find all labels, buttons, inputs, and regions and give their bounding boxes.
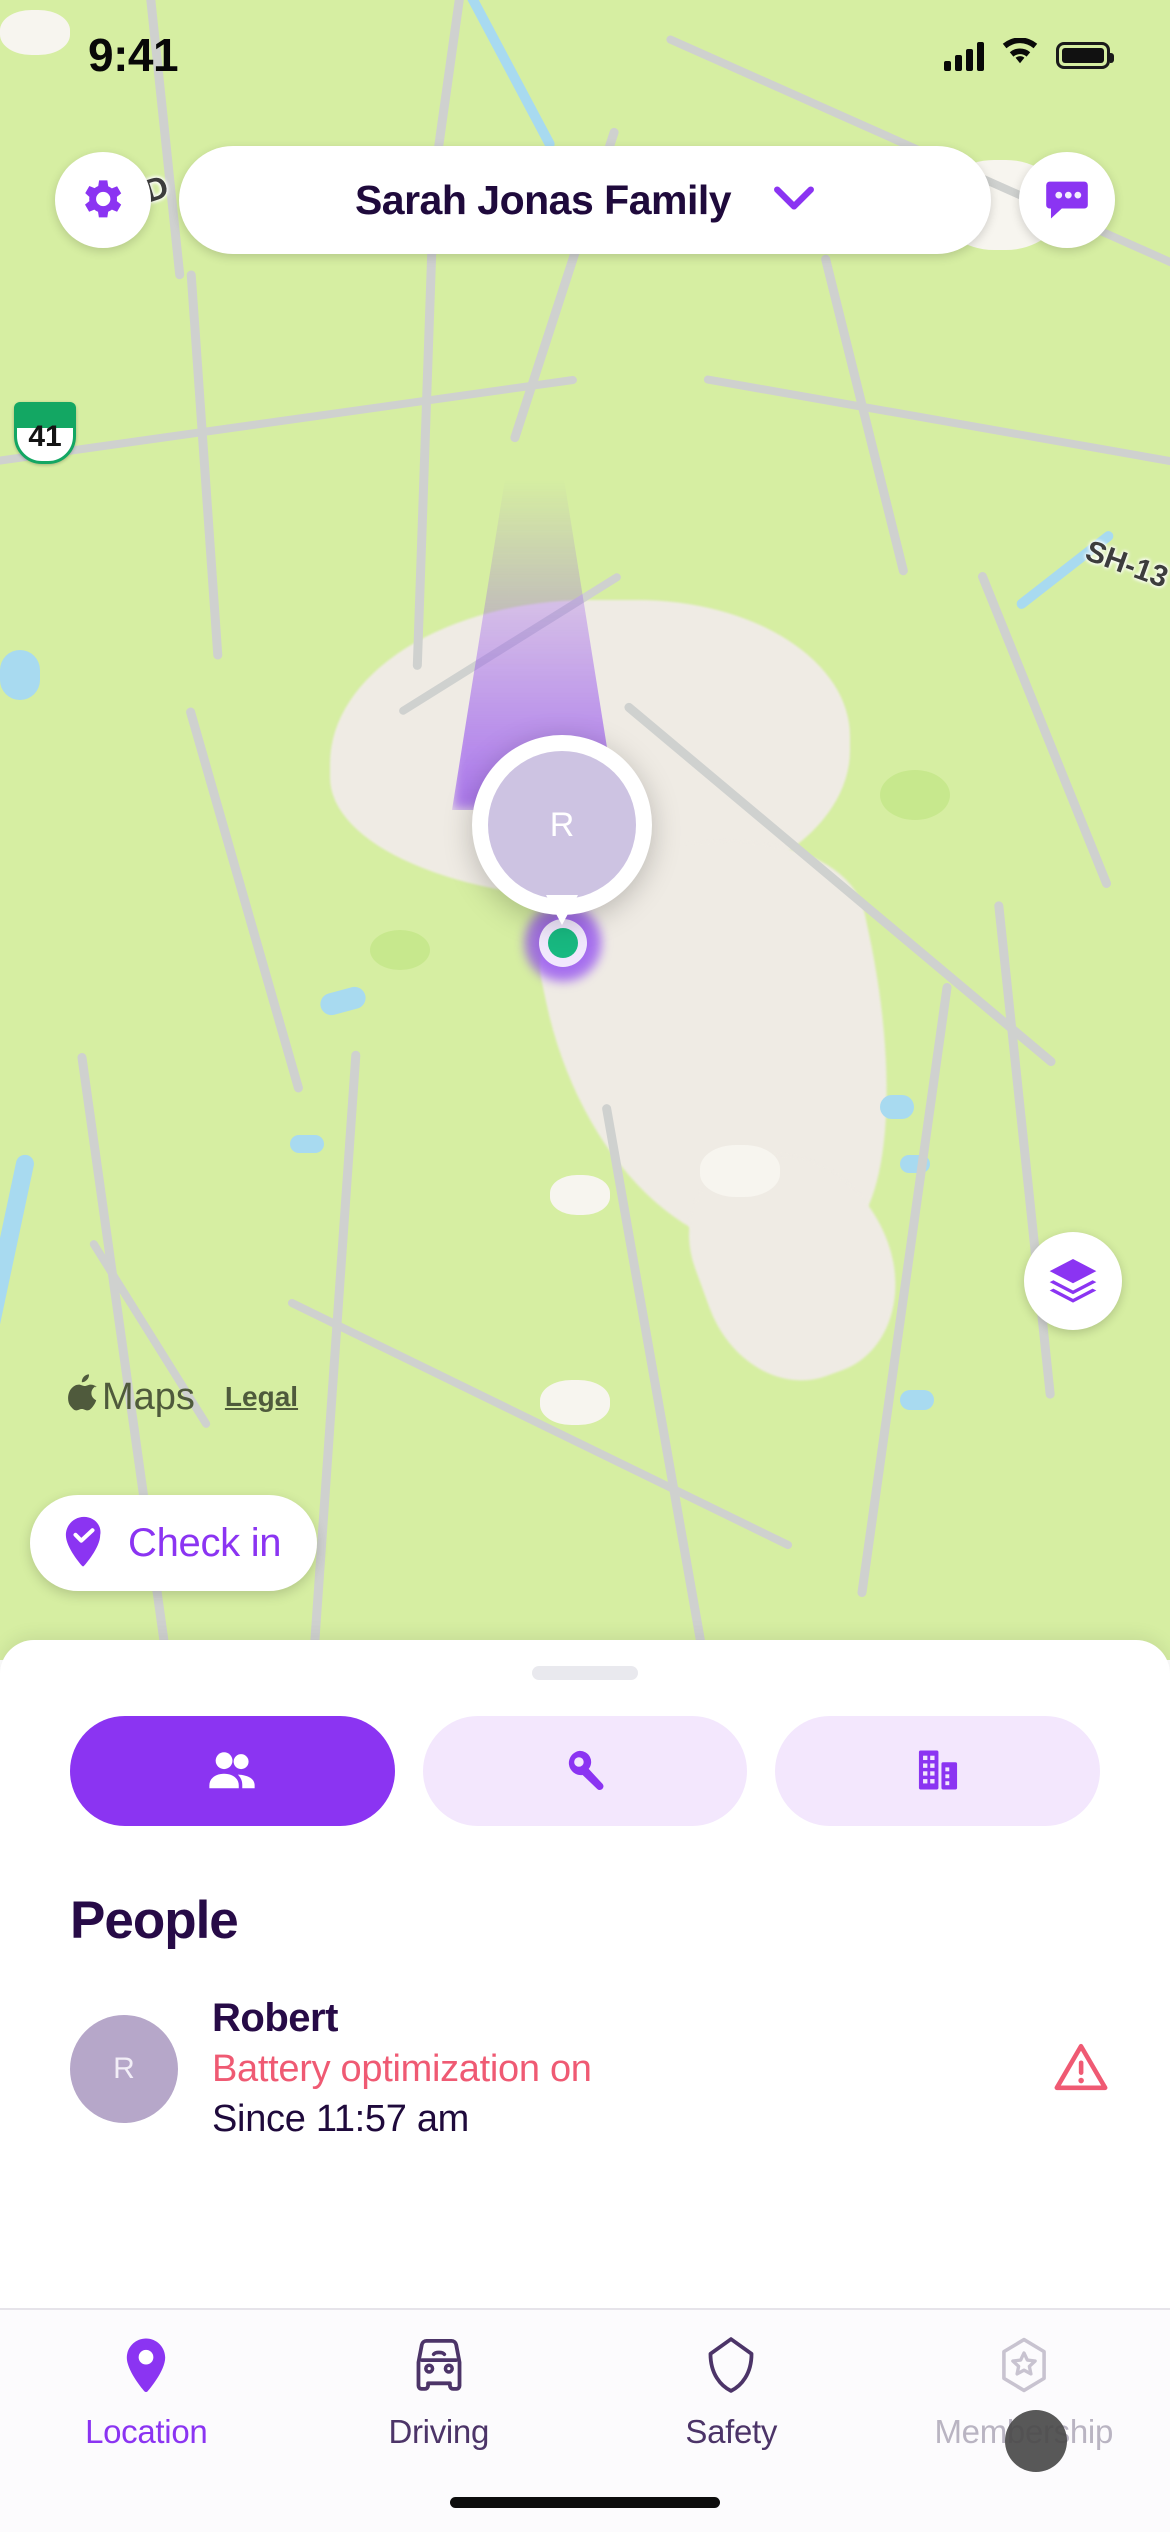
chevron-down-icon: [773, 185, 815, 216]
map-road: [286, 1297, 794, 1551]
person-name: Robert: [212, 1996, 338, 2040]
map-road: [0, 375, 578, 473]
star-badge-icon: [997, 2336, 1051, 2397]
map-greenspace: [880, 770, 950, 820]
nav-item-safety[interactable]: Safety: [585, 2310, 878, 2451]
warning-triangle-icon[interactable]: [1052, 2040, 1110, 2099]
sheet-drag-handle[interactable]: [532, 1666, 638, 1680]
map-patch: [0, 10, 70, 55]
map-water: [290, 1135, 324, 1153]
family-selector[interactable]: Sarah Jonas Family: [179, 146, 991, 254]
map-greenspace: [370, 930, 430, 970]
nav-label-location: Location: [85, 2413, 208, 2450]
pin-check-icon: [60, 1515, 108, 1572]
map-road: [976, 570, 1113, 890]
check-in-label: Check in: [128, 1520, 282, 1565]
map-water: [880, 1095, 914, 1119]
apple-logo-icon: [66, 1372, 100, 1422]
mouse-cursor: [1005, 2410, 1067, 2472]
bottom-sheet[interactable]: People R Robert Battery optimization on …: [0, 1640, 1170, 2400]
messages-button[interactable]: [1019, 152, 1115, 248]
person-since: Since 11:57 am: [212, 2097, 470, 2140]
sheet-tab-bar: [0, 1680, 1170, 1826]
tab-places[interactable]: [775, 1716, 1101, 1826]
map-label-sh13: SH-13: [1081, 534, 1170, 595]
buildings-icon: [912, 1744, 964, 1799]
map-water: [0, 650, 40, 700]
map-water: [900, 1390, 934, 1410]
car-icon: [411, 2336, 467, 2397]
tab-tiles[interactable]: [422, 1716, 748, 1826]
map-legal-link[interactable]: Legal: [225, 1381, 298, 1413]
map-attribution: Maps Legal: [66, 1372, 298, 1422]
map-patch: [540, 1380, 610, 1425]
map-pin-icon: [120, 2336, 172, 2397]
highway-shield-41: 41: [14, 402, 76, 464]
map-patch: [550, 1175, 610, 1215]
map-road: [185, 706, 304, 1094]
list-item[interactable]: R Robert Battery optimization on Since 1…: [0, 1951, 1170, 2143]
family-name-label: Sarah Jonas Family: [354, 176, 732, 223]
map-road: [186, 270, 223, 660]
map-layers-button[interactable]: [1024, 1232, 1122, 1330]
map-top-controls: Sarah Jonas Family: [0, 140, 1170, 260]
settings-button[interactable]: [55, 152, 151, 248]
shield-icon: [706, 2336, 756, 2397]
home-indicator: [450, 2497, 720, 2508]
check-in-button[interactable]: Check in: [30, 1495, 318, 1591]
people-icon: [204, 1742, 260, 1801]
gear-icon: [77, 173, 129, 228]
tile-tag-icon: [559, 1744, 611, 1799]
map-river: [453, 0, 557, 151]
map-road: [703, 374, 1170, 474]
marker-tail: [546, 895, 578, 925]
marker-initial: R: [488, 751, 636, 899]
nav-label-driving: Driving: [388, 2413, 490, 2450]
map-water: [317, 984, 369, 1018]
avatar: R: [70, 2015, 178, 2124]
tab-people[interactable]: [70, 1716, 395, 1826]
nav-item-driving[interactable]: Driving: [293, 2310, 586, 2451]
map-road: [412, 249, 437, 671]
map-patch: [700, 1145, 780, 1197]
map-layers-icon: [1045, 1252, 1101, 1311]
nav-label-safety: Safety: [685, 2413, 778, 2450]
nav-item-location[interactable]: Location: [0, 2310, 293, 2451]
highway-shield-number: 41: [28, 420, 62, 453]
person-details: Robert Battery optimization on Since 11:…: [212, 1995, 1018, 2143]
map-attribution-text: Maps: [102, 1375, 195, 1418]
location-dot: [548, 928, 578, 958]
chat-bubble-icon: [1041, 173, 1093, 228]
map-avatar-marker[interactable]: R: [472, 735, 652, 925]
person-status: Battery optimization on: [212, 2048, 592, 2091]
people-section-title: People: [70, 1891, 239, 1950]
map-road: [993, 900, 1056, 1400]
